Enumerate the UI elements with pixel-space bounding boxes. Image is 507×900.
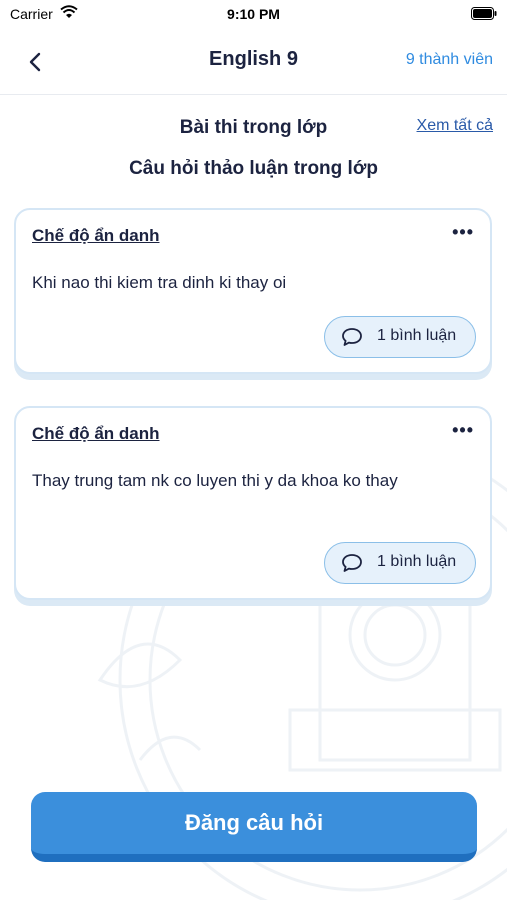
post-author: Chế độ ẩn danh <box>32 226 160 245</box>
battery-icon <box>471 7 497 20</box>
comments-count: 1 bình luận <box>377 327 457 344</box>
more-horizontal-icon[interactable]: ••• <box>452 222 474 243</box>
comments-button[interactable]: 1 bình luận <box>324 316 476 358</box>
post-text: Khi nao thi kiem tra dinh ki thay oi <box>32 273 287 292</box>
discussion-card[interactable]: Chế độ ẩn danh ••• Thay trung tam nk co … <box>14 406 492 600</box>
post-question-button[interactable]: Đăng câu hỏi <box>31 792 477 862</box>
status-bar: Carrier 9:10 PM <box>0 0 507 28</box>
post-text: Thay trung tam nk co luyen thi y da khoa… <box>32 471 398 490</box>
speech-bubble-icon <box>342 554 362 572</box>
members-link[interactable]: 9 thành viên <box>406 51 493 69</box>
comments-button[interactable]: 1 bình luận <box>324 542 476 584</box>
navigation-header: English 9 9 thành viên <box>0 28 507 95</box>
more-horizontal-icon[interactable]: ••• <box>452 420 474 441</box>
post-author: Chế độ ẩn danh <box>32 424 160 443</box>
speech-bubble-icon <box>342 328 362 346</box>
status-time: 9:10 PM <box>227 6 280 22</box>
discussion-card[interactable]: Chế độ ẩn danh ••• Khi nao thi kiem tra … <box>14 208 492 374</box>
see-all-link[interactable]: Xem tất cả <box>417 117 493 135</box>
discussion-section-title: Câu hỏi thảo luận trong lớp <box>129 158 378 179</box>
comments-count: 1 bình luận <box>377 553 457 570</box>
